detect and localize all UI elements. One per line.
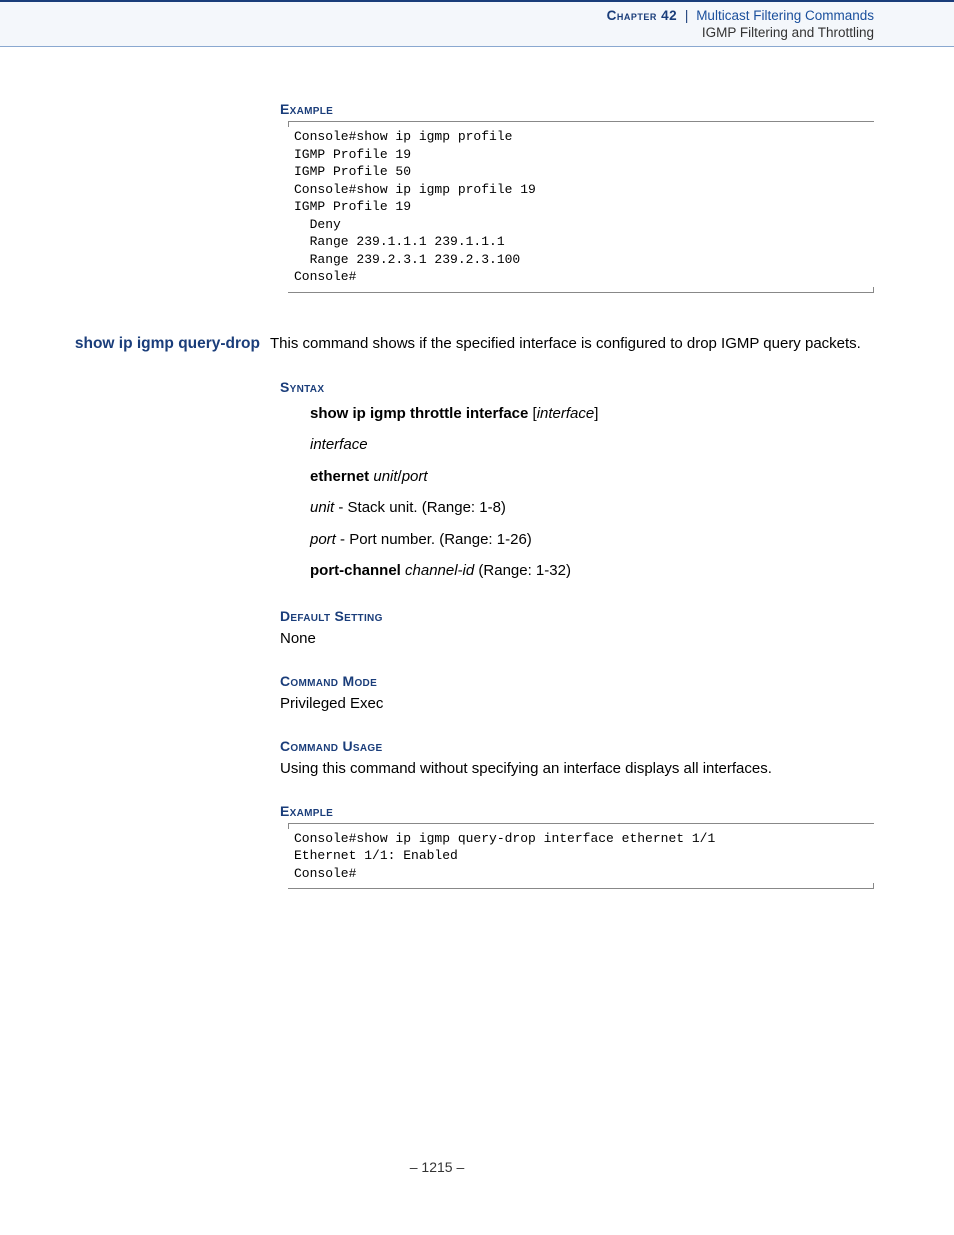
- console-output-1: Console#show ip igmp profile IGMP Profil…: [294, 128, 874, 286]
- command-usage-heading: Command Usage: [280, 738, 874, 754]
- port-desc: - Port number. (Range: 1-26): [336, 531, 532, 548]
- example-box-1: Console#show ip igmp profile IGMP Profil…: [288, 121, 874, 293]
- command-name: show ip igmp query-drop: [0, 333, 270, 355]
- command-mode-heading: Command Mode: [280, 673, 874, 689]
- page-body: Example Console#show ip igmp profile IGM…: [0, 47, 954, 1205]
- page-header: Chapter 42 | Multicast Filtering Command…: [0, 0, 954, 47]
- default-setting-heading: Default Setting: [280, 608, 874, 624]
- portchannel-label: port-channel: [310, 562, 401, 579]
- chapter-subtitle: IGMP Filtering and Throttling: [0, 23, 874, 40]
- chapter-title: Multicast Filtering Commands: [696, 8, 874, 23]
- default-setting-body: None: [280, 628, 874, 649]
- syntax-heading: Syntax: [280, 379, 874, 395]
- example-heading-2: Example: [280, 803, 874, 819]
- command-block: show ip igmp query-drop This command sho…: [0, 333, 874, 355]
- syntax-bracket-close: ]: [594, 405, 598, 422]
- unit-desc: - Stack unit. (Range: 1-8): [334, 499, 506, 516]
- syntax-cmd: show ip igmp throttle interface: [310, 405, 528, 422]
- ethernet-label: ethernet: [310, 468, 369, 485]
- portchannel-desc: (Range: 1-32): [474, 562, 571, 579]
- header-separator: |: [681, 8, 693, 23]
- portchannel-arg: channel-id: [405, 562, 474, 579]
- console-output-2: Console#show ip igmp query-drop interfac…: [294, 830, 874, 883]
- syntax-arg-interface: interface: [537, 405, 595, 422]
- example-box-2: Console#show ip igmp query-drop interfac…: [288, 823, 874, 890]
- ethernet-port: port: [402, 468, 428, 485]
- command-description: This command shows if the specified inte…: [270, 333, 874, 354]
- syntax-body: show ip igmp throttle interface [interfa…: [310, 401, 874, 584]
- example-heading-1: Example: [280, 101, 874, 117]
- chapter-number: Chapter 42: [607, 8, 678, 23]
- interface-label: interface: [310, 436, 368, 453]
- command-usage-body: Using this command without specifying an…: [280, 758, 874, 779]
- command-mode-body: Privileged Exec: [280, 693, 874, 714]
- port-label: port: [310, 531, 336, 548]
- ethernet-unit: unit: [373, 468, 397, 485]
- page-number: – 1215 –: [0, 1159, 874, 1205]
- unit-label: unit: [310, 499, 334, 516]
